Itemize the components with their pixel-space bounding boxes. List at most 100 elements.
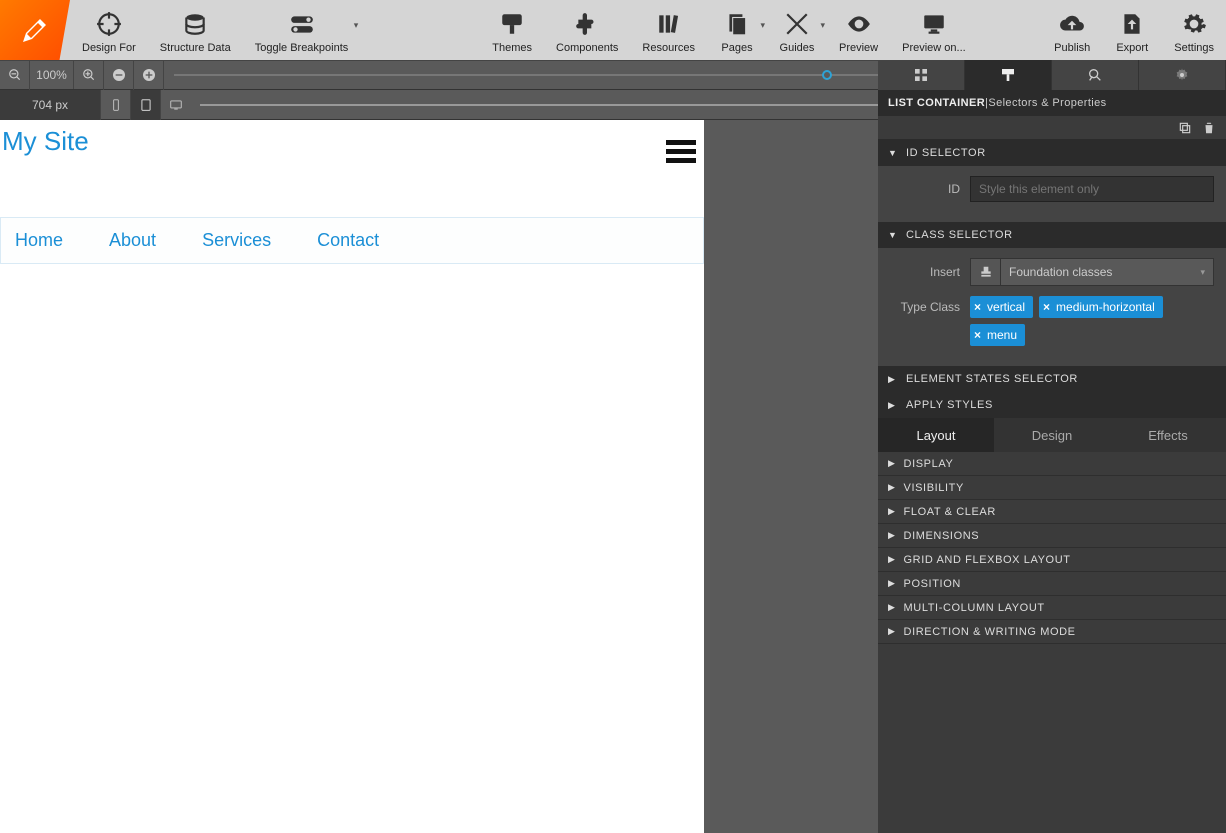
prop-direction-writing[interactable]: ▶DIRECTION & WRITING MODE [878, 620, 1226, 644]
grid-icon [913, 67, 929, 83]
nav-link-services[interactable]: Services [194, 226, 279, 255]
subtab-design[interactable]: Design [994, 418, 1110, 452]
device-phone-button[interactable] [100, 90, 130, 120]
tag-medium-horizontal[interactable]: × medium-horizontal [1039, 296, 1163, 318]
triangle-right-icon: ▶ [888, 554, 896, 565]
caret-down-icon: ▾ [1200, 267, 1205, 278]
id-selector-title: ID SELECTOR [906, 147, 986, 159]
device-desktop-button[interactable] [160, 90, 190, 120]
tag-vertical[interactable]: × vertical [970, 296, 1033, 318]
element-states-header[interactable]: ▶ ELEMENT STATES SELECTOR [878, 366, 1226, 392]
nav-list[interactable]: Home About Services Contact [0, 217, 704, 264]
preview-on-button[interactable]: Preview on... [890, 0, 978, 60]
close-icon[interactable]: × [1043, 300, 1050, 314]
guides-button[interactable]: Guides ▾ [767, 0, 827, 60]
close-icon[interactable]: × [974, 300, 981, 314]
gear-icon [1181, 11, 1207, 37]
page-canvas[interactable]: My Site Home About Services Contact [0, 120, 704, 833]
zoom-out-button[interactable] [104, 60, 134, 90]
export-label: Export [1116, 42, 1148, 54]
prop-label: MULTI-COLUMN LAYOUT [904, 602, 1045, 614]
panel-tab-settings[interactable] [1139, 60, 1226, 90]
panel-tab-styles[interactable] [965, 60, 1052, 90]
zoom-in-max-button[interactable] [74, 60, 104, 90]
design-surface: My Site Home About Services Contact [0, 120, 878, 833]
prop-visibility[interactable]: ▶VISIBILITY [878, 476, 1226, 500]
caret-down-icon: ▾ [760, 20, 765, 31]
guides-label: Guides [780, 42, 815, 54]
nav-link-contact[interactable]: Contact [309, 226, 387, 255]
style-subtabs: Layout Design Effects [878, 418, 1226, 452]
prop-label: DISPLAY [904, 458, 954, 470]
triangle-right-icon: ▶ [888, 458, 896, 469]
type-class-tags: × vertical × medium-horizontal ×menu [970, 296, 1214, 346]
design-for-button[interactable]: Design For [70, 0, 148, 60]
prop-grid-flexbox[interactable]: ▶GRID AND FLEXBOX LAYOUT [878, 548, 1226, 572]
prop-dimensions[interactable]: ▶DIMENSIONS [878, 524, 1226, 548]
close-icon[interactable]: × [974, 328, 981, 342]
prop-multi-column[interactable]: ▶MULTI-COLUMN LAYOUT [878, 596, 1226, 620]
design-for-label: Design For [82, 42, 136, 54]
subtab-layout[interactable]: Layout [878, 418, 994, 452]
publish-button[interactable]: Publish [1042, 0, 1102, 60]
prop-float-clear[interactable]: ▶FLOAT & CLEAR [878, 500, 1226, 524]
duplicate-icon[interactable] [1178, 121, 1192, 135]
class-selector-header[interactable]: ▼ CLASS SELECTOR [878, 222, 1226, 248]
nav-link-about[interactable]: About [101, 226, 164, 255]
gear-icon [1174, 67, 1190, 83]
trash-icon[interactable] [1202, 121, 1216, 135]
preview-label: Preview [839, 42, 878, 54]
tablet-icon [139, 98, 153, 112]
tag-label: medium-horizontal [1056, 300, 1155, 314]
desktop-icon [169, 98, 183, 112]
apply-styles-header[interactable]: ▶ APPLY STYLES [878, 392, 1226, 418]
insert-stamp-button[interactable] [970, 258, 1000, 286]
id-input[interactable] [970, 176, 1214, 202]
prop-label: POSITION [904, 578, 961, 590]
tag-menu[interactable]: ×menu [970, 324, 1025, 346]
export-icon [1119, 11, 1145, 37]
zoom-slider-handle[interactable] [822, 70, 832, 80]
resources-button[interactable]: Resources [630, 0, 707, 60]
panel-tab-inspect[interactable] [1052, 60, 1139, 90]
zoom-out-min-button[interactable] [0, 60, 30, 90]
panel-context: LIST CONTAINER | Selectors & Properties [878, 90, 1226, 116]
site-title[interactable]: My Site [0, 120, 704, 177]
cloud-upload-icon [1059, 11, 1085, 37]
nav-link-home[interactable]: Home [7, 226, 71, 255]
themes-button[interactable]: Themes [480, 0, 544, 60]
structure-data-button[interactable]: Structure Data [148, 0, 243, 60]
guides-icon [784, 11, 810, 37]
subtab-effects[interactable]: Effects [1110, 418, 1226, 452]
apply-styles-title: APPLY STYLES [906, 399, 993, 411]
hamburger-button[interactable] [666, 136, 696, 167]
publish-label: Publish [1054, 42, 1090, 54]
triangle-right-icon: ▶ [888, 530, 896, 541]
triangle-right-icon: ▶ [888, 374, 898, 385]
panel-tab-grid[interactable] [878, 60, 965, 90]
id-selector-header[interactable]: ▼ ID SELECTOR [878, 140, 1226, 166]
triangle-right-icon: ▶ [888, 626, 896, 637]
settings-button[interactable]: Settings [1162, 0, 1226, 60]
device-tablet-button[interactable] [130, 90, 160, 120]
prop-display[interactable]: ▶ DISPLAY [878, 452, 1226, 476]
pages-button[interactable]: Pages ▾ [707, 0, 767, 60]
app-logo[interactable] [0, 0, 70, 60]
tag-label: vertical [987, 300, 1025, 314]
resources-label: Resources [642, 42, 695, 54]
zoom-in-icon [82, 68, 96, 82]
properties-panel: LIST CONTAINER | Selectors & Properties … [878, 60, 1226, 833]
element-states-title: ELEMENT STATES SELECTOR [906, 373, 1078, 385]
preview-button[interactable]: Preview [827, 0, 890, 60]
type-class-label: Type Class [890, 296, 970, 314]
zoom-in-button[interactable] [134, 60, 164, 90]
components-button[interactable]: Components [544, 0, 630, 60]
toggle-breakpoints-button[interactable]: Toggle Breakpoints ▾ [243, 0, 361, 60]
prop-position[interactable]: ▶POSITION [878, 572, 1226, 596]
export-button[interactable]: Export [1102, 0, 1162, 60]
insert-class-select[interactable]: Foundation classes ▾ [1000, 258, 1214, 286]
viewport-width-label: 704 px [0, 90, 100, 120]
triangle-down-icon: ▼ [888, 230, 898, 240]
triangle-right-icon: ▶ [888, 482, 896, 493]
class-selector-body: Insert Foundation classes ▾ Type Class ×… [878, 248, 1226, 366]
